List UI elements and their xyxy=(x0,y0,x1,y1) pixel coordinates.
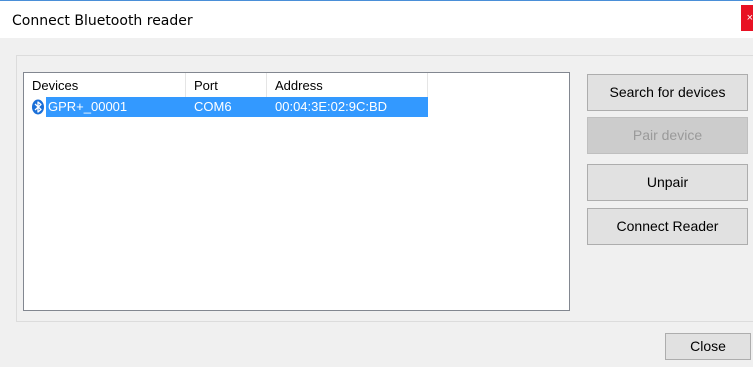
title-bar: Connect Bluetooth reader × xyxy=(0,0,753,38)
device-cell: GPR+_00001 xyxy=(24,97,186,117)
column-header-devices[interactable]: Devices xyxy=(24,73,186,97)
close-button[interactable]: Close xyxy=(665,333,751,360)
pair-device-button[interactable]: Pair device xyxy=(587,117,748,154)
search-devices-button[interactable]: Search for devices xyxy=(587,74,748,111)
column-header-address[interactable]: Address xyxy=(267,73,428,97)
window-close-icon[interactable]: × xyxy=(741,5,753,31)
unpair-button[interactable]: Unpair xyxy=(587,164,748,201)
device-list-header: Devices Port Address xyxy=(24,73,428,97)
list-item[interactable]: GPR+_00001 COM6 00:04:3E:02:9C:BD xyxy=(24,97,428,117)
device-port: COM6 xyxy=(186,97,267,117)
bluetooth-icon xyxy=(32,99,44,115)
device-address: 00:04:3E:02:9C:BD xyxy=(267,97,428,117)
window-title: Connect Bluetooth reader xyxy=(12,13,193,29)
dialog-window: Connect Bluetooth reader × Devices Port … xyxy=(0,0,753,367)
device-list[interactable]: Devices Port Address GPR+_00001 COM6 00:… xyxy=(23,72,570,311)
device-name: GPR+_00001 xyxy=(46,97,186,117)
column-header-port[interactable]: Port xyxy=(186,73,267,97)
connect-reader-button[interactable]: Connect Reader xyxy=(587,208,748,245)
